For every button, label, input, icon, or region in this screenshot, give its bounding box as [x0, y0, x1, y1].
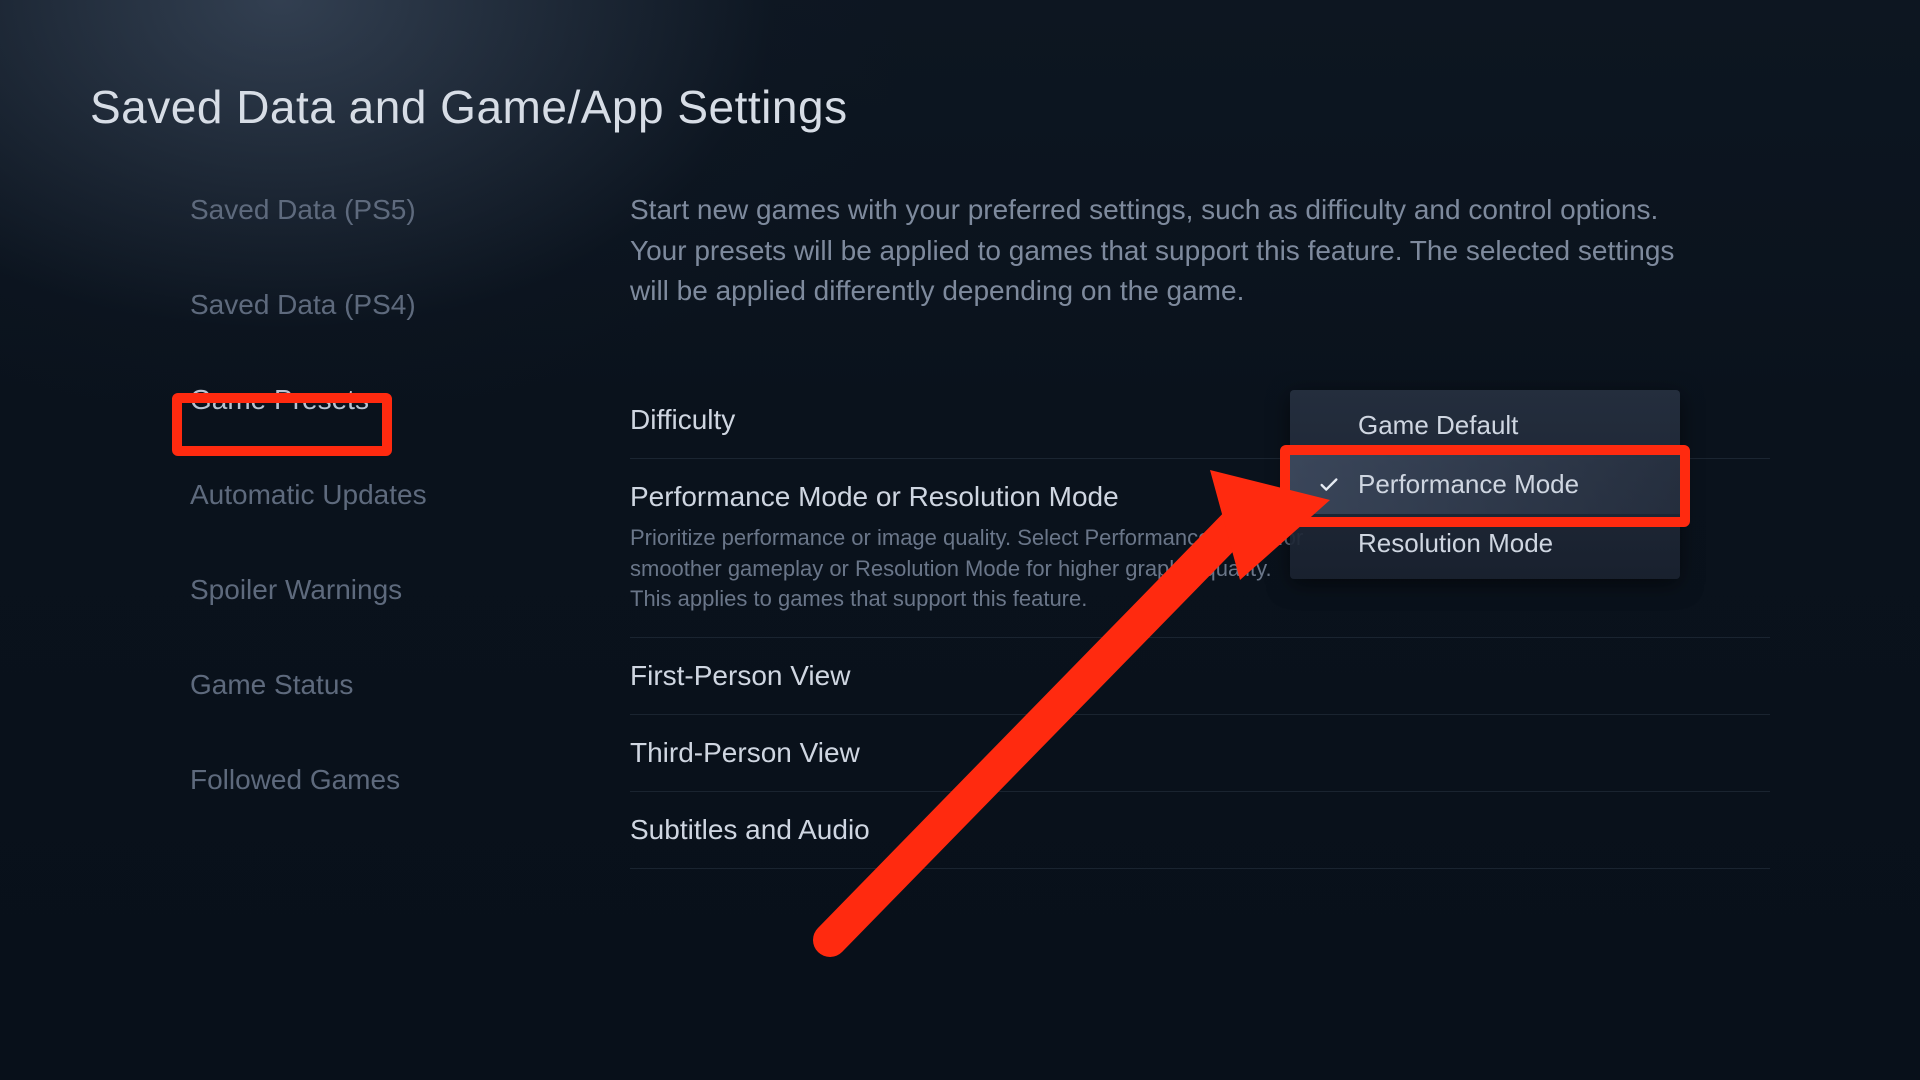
page-title: Saved Data and Game/App Settings — [90, 80, 848, 134]
performance-mode-dropdown: Game Default Performance Mode Resolution… — [1290, 390, 1680, 579]
dropdown-option-game-default[interactable]: Game Default — [1290, 396, 1680, 455]
sidebar-item-spoiler-warnings[interactable]: Spoiler Warnings — [190, 570, 402, 610]
dropdown-option-label: Performance Mode — [1358, 469, 1579, 500]
check-spacer — [1318, 415, 1340, 437]
check-spacer — [1318, 533, 1340, 555]
sidebar-item-game-status[interactable]: Game Status — [190, 665, 353, 705]
sidebar-item-game-presets[interactable]: Game Presets — [190, 380, 369, 420]
presets-description: Start new games with your preferred sett… — [630, 190, 1690, 312]
sidebar-item-automatic-updates[interactable]: Automatic Updates — [190, 475, 427, 515]
settings-sidebar: Saved Data (PS5) Saved Data (PS4) Game P… — [190, 190, 510, 800]
setting-title: Subtitles and Audio — [630, 814, 1770, 846]
dropdown-option-resolution-mode[interactable]: Resolution Mode — [1290, 514, 1680, 573]
dropdown-option-label: Resolution Mode — [1358, 528, 1553, 559]
sidebar-item-saved-data-ps5[interactable]: Saved Data (PS5) — [190, 190, 416, 230]
setting-row-subtitles-audio[interactable]: Subtitles and Audio — [630, 792, 1770, 869]
setting-row-third-person-view[interactable]: Third-Person View — [630, 715, 1770, 792]
sidebar-item-followed-games[interactable]: Followed Games — [190, 760, 400, 800]
setting-title: First-Person View — [630, 660, 1770, 692]
dropdown-option-performance-mode[interactable]: Performance Mode — [1290, 455, 1680, 514]
check-icon — [1318, 474, 1340, 496]
sidebar-item-saved-data-ps4[interactable]: Saved Data (PS4) — [190, 285, 416, 325]
dropdown-option-label: Game Default — [1358, 410, 1518, 441]
setting-title: Third-Person View — [630, 737, 1770, 769]
setting-description: Prioritize performance or image quality.… — [630, 523, 1310, 615]
setting-row-first-person-view[interactable]: First-Person View — [630, 638, 1770, 715]
